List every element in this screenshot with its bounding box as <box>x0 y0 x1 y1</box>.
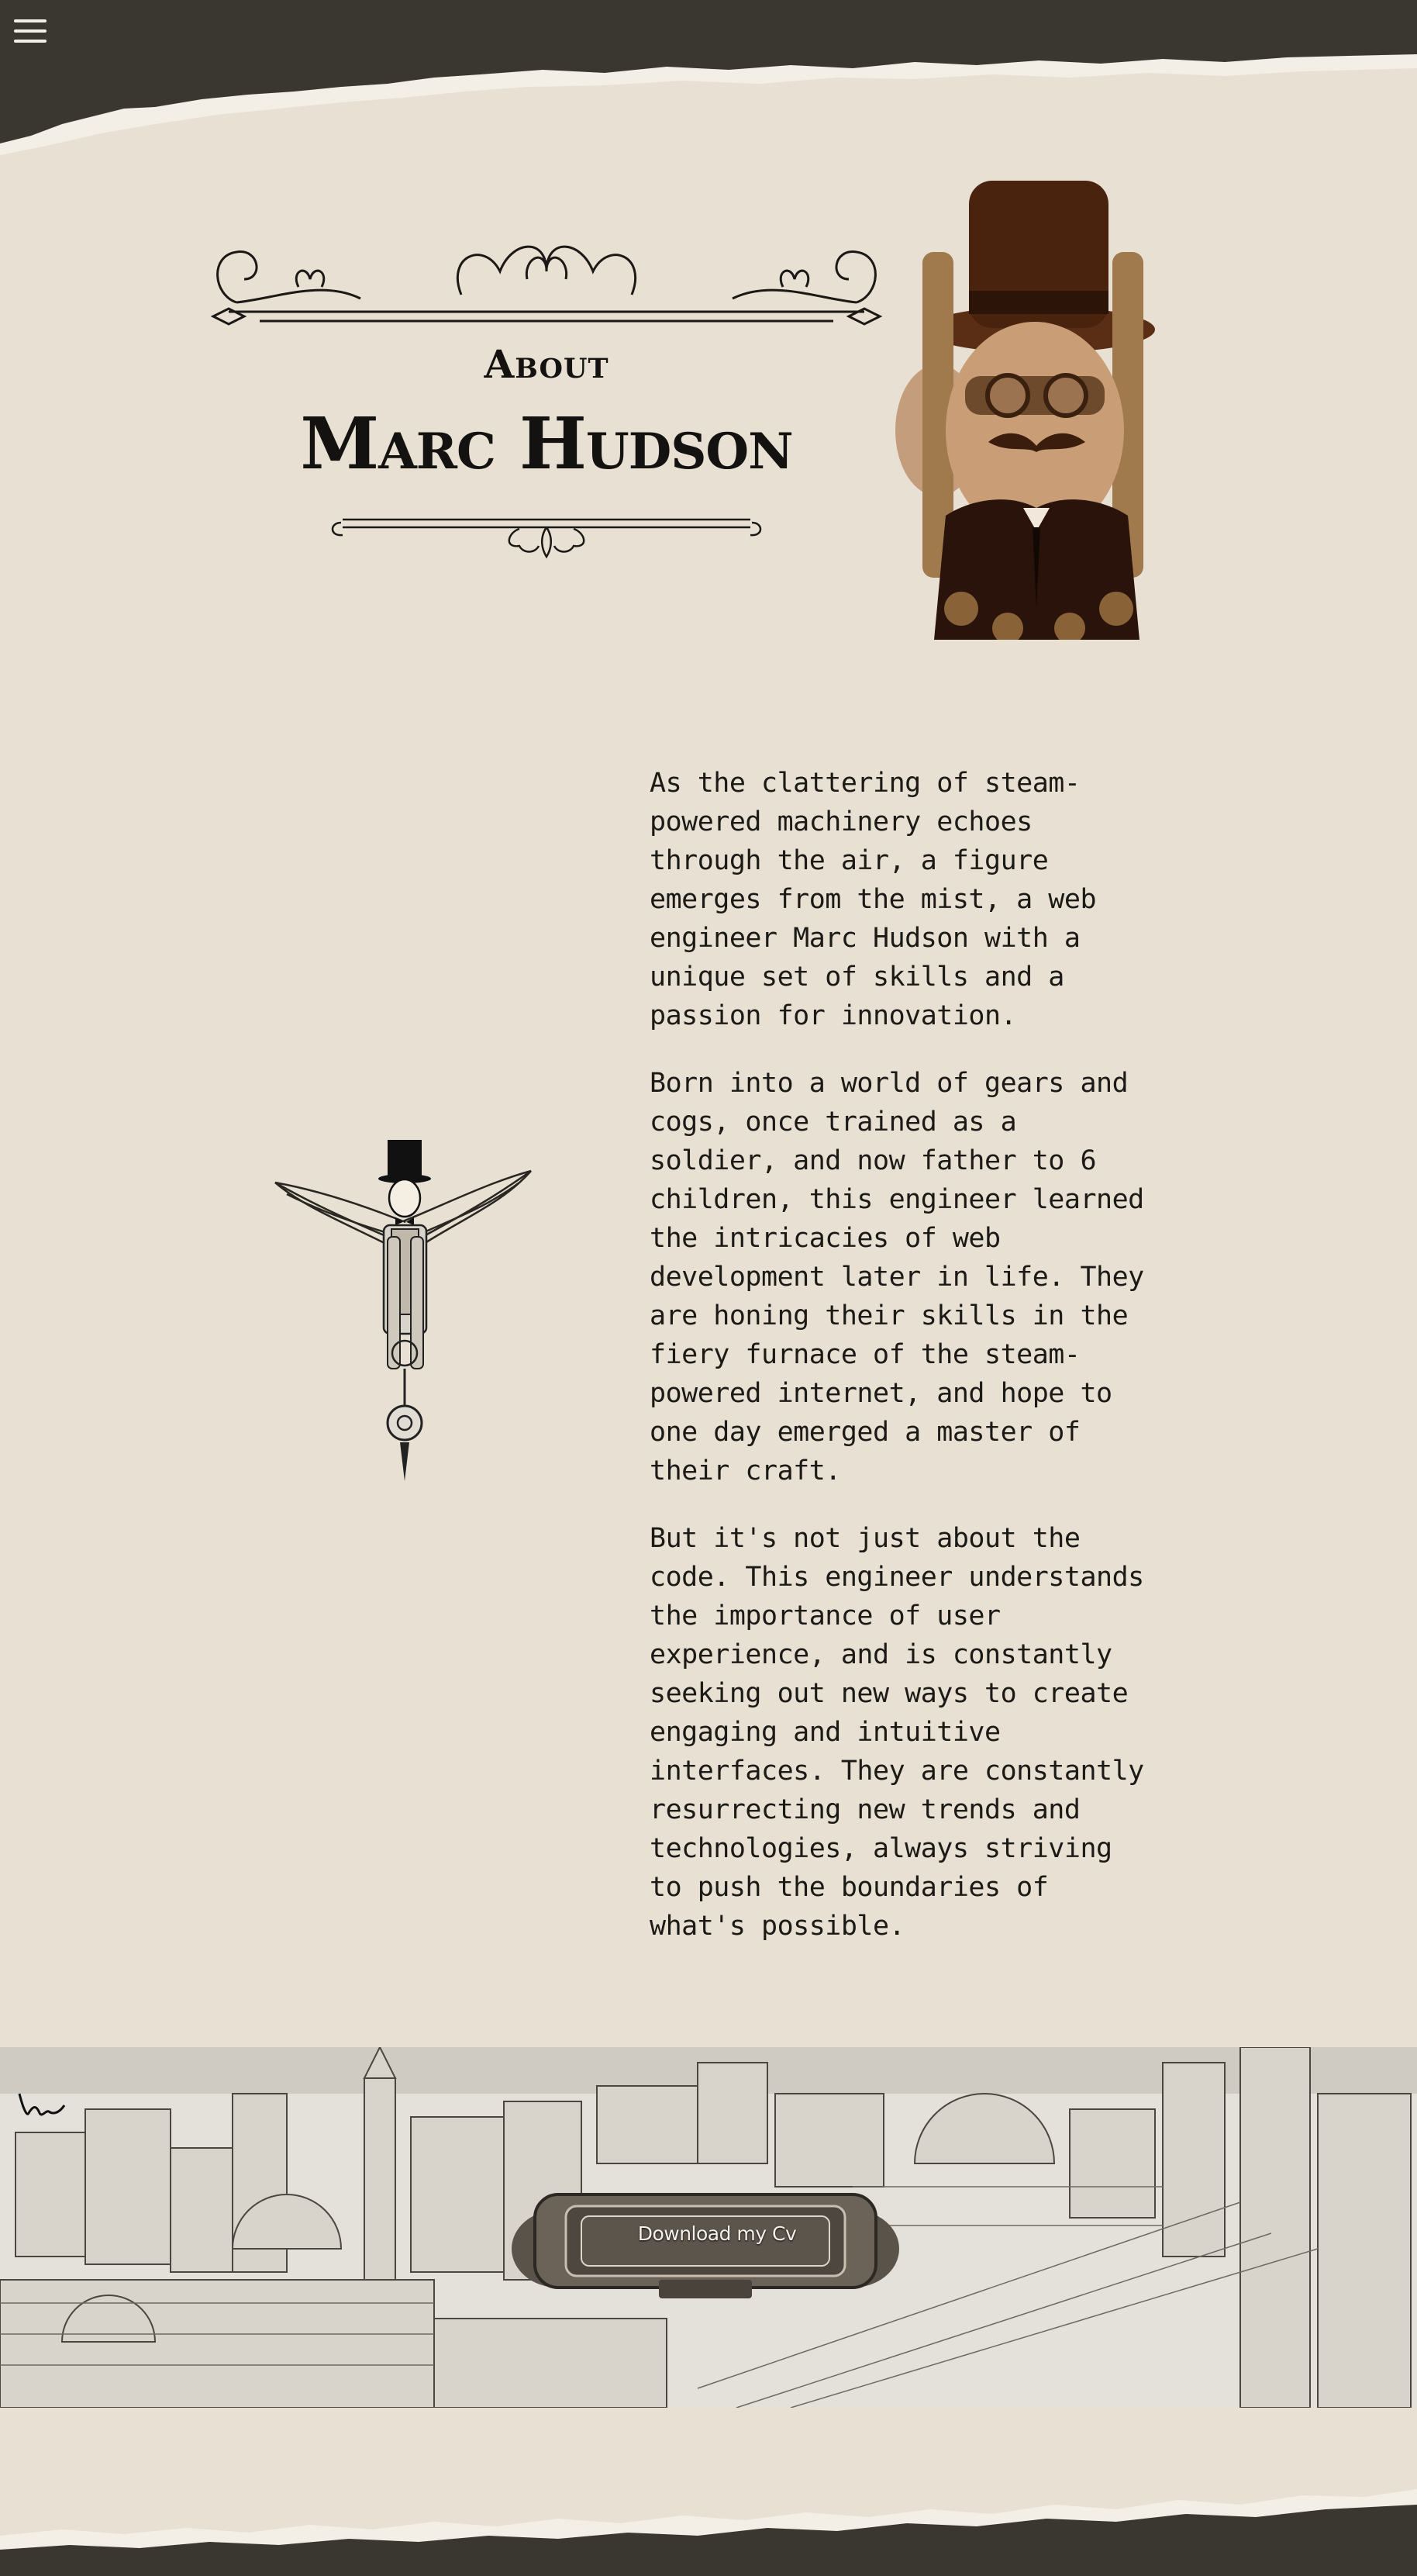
winged-gentleman-illustration <box>274 1140 532 1481</box>
page-title: Marc Hudson <box>300 402 793 485</box>
bio-paragraph: But it's not just about the code. This e… <box>650 1523 1144 1942</box>
ornamental-flourish <box>210 245 883 326</box>
bio-text: As the clattering of steam-powered machi… <box>650 764 1146 1974</box>
bio-paragraph: Born into a world of gears and cogs, onc… <box>650 1068 1144 1487</box>
download-cv-button[interactable]: Download my Cv <box>589 2206 845 2260</box>
bottom-torn-band <box>0 2474 1417 2576</box>
top-torn-band <box>0 0 1417 167</box>
bio-paragraph: As the clattering of steam-powered machi… <box>650 768 1097 1031</box>
title-underline-flourish <box>331 518 762 559</box>
hamburger-menu-icon[interactable] <box>11 11 51 51</box>
steampunk-gentleman-portrait <box>895 181 1155 640</box>
section-label: About <box>484 341 609 387</box>
